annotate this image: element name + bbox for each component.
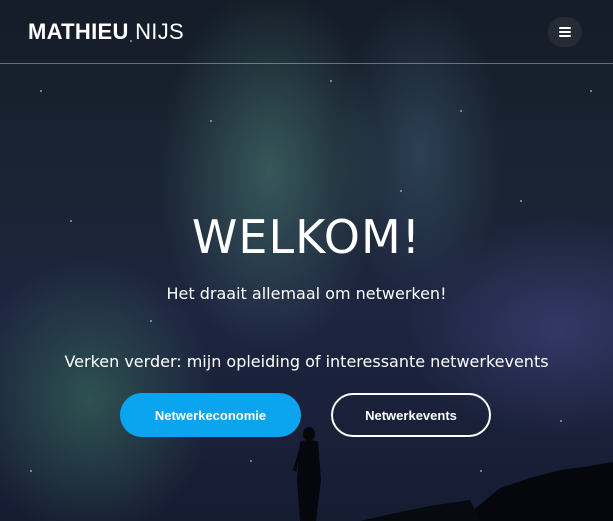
brand-logo[interactable]: MATHIEU NIJS	[28, 19, 184, 45]
bars-icon	[559, 27, 571, 37]
netwerkeconomie-button[interactable]: Netwerkeconomie	[120, 393, 301, 437]
explore-text: Verken verder: mijn opleiding of interes…	[64, 352, 549, 371]
brand-first-name: MATHIEU	[28, 19, 129, 44]
hero-subtitle: Het draait allemaal om netwerken!	[166, 284, 447, 303]
brand-last-name: NIJS	[135, 19, 184, 44]
netwerkevents-button[interactable]: Netwerkevents	[331, 393, 491, 437]
hero-title: WELKOM!	[191, 210, 422, 264]
navbar: MATHIEU NIJS	[0, 0, 613, 64]
menu-toggle-button[interactable]	[548, 17, 582, 47]
